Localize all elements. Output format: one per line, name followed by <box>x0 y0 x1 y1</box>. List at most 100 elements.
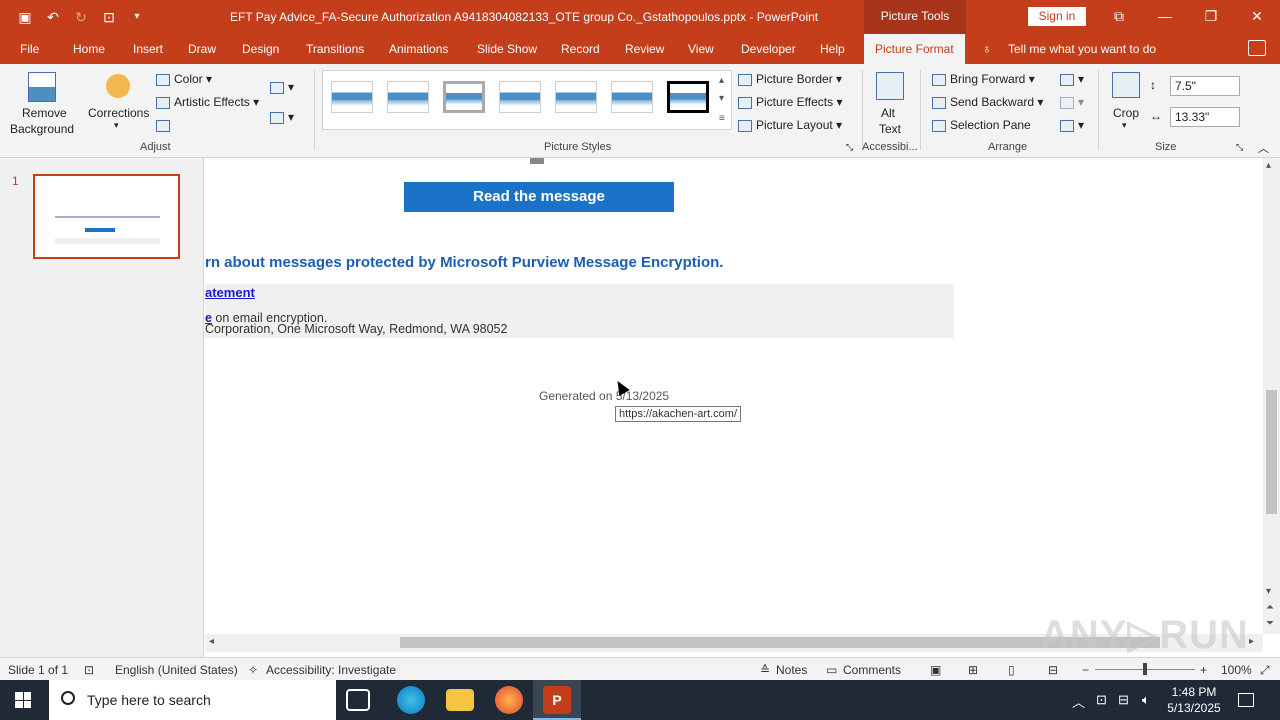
reset-picture-button[interactable]: ▾ <box>270 110 294 124</box>
picture-style-2[interactable] <box>387 81 429 113</box>
tab-home[interactable]: Home <box>73 42 105 56</box>
taskbar-clock[interactable]: 1:48 PM 5/13/2025 <box>1164 684 1224 716</box>
fit-slide-icon[interactable]: ⤢ <box>1260 663 1270 678</box>
volume-icon[interactable]: 🔈︎ <box>1142 692 1150 708</box>
scroll-down-icon[interactable]: ▾ <box>1266 586 1271 597</box>
redo-icon[interactable]: ↻ <box>70 6 92 28</box>
send-backward-button[interactable]: Send Backward ▾ <box>932 95 1043 109</box>
change-picture-button[interactable]: ▾ <box>270 80 294 94</box>
zoom-level[interactable]: 100% <box>1221 663 1252 677</box>
collapse-ribbon-icon[interactable]: ︿ <box>1258 140 1269 156</box>
vertical-scroll-thumb[interactable] <box>1266 390 1277 514</box>
tell-me-search[interactable]: Tell me what you want to do <box>1008 42 1156 56</box>
network-icon[interactable]: ⊟ <box>1118 692 1129 708</box>
scroll-up-icon[interactable]: ▴ <box>1266 160 1271 171</box>
crop-button[interactable]: Crop <box>1113 106 1139 120</box>
remove-background-label-1[interactable]: Remove <box>22 106 67 120</box>
artistic-effects-button[interactable]: Artistic Effects ▾ <box>156 95 259 109</box>
picture-style-6[interactable] <box>611 81 653 113</box>
start-button[interactable] <box>0 680 48 720</box>
rotate-button[interactable]: ▾ <box>1060 118 1084 132</box>
corrections-button[interactable]: Corrections <box>88 106 149 120</box>
undo-icon[interactable]: ↶ <box>42 6 64 28</box>
tab-picture-format[interactable]: Picture Format <box>864 34 965 64</box>
tab-draw[interactable]: Draw <box>188 42 216 56</box>
alt-text-icon[interactable] <box>876 72 904 100</box>
corrections-icon[interactable] <box>106 74 130 98</box>
powerpoint-taskbar-button[interactable]: P <box>533 680 581 720</box>
save-icon[interactable]: ▣ <box>14 6 36 28</box>
rotation-handle[interactable] <box>530 158 544 164</box>
scroll-left-icon[interactable]: ◂ <box>209 636 214 647</box>
firefox-icon[interactable] <box>495 686 523 714</box>
remove-background-label-2[interactable]: Background <box>10 122 74 136</box>
picture-style-7[interactable] <box>667 81 709 113</box>
customize-qat-icon[interactable]: ▾ <box>126 6 148 28</box>
align-button[interactable]: ▾ <box>1060 72 1084 86</box>
picture-style-5[interactable] <box>555 81 597 113</box>
picture-effects-button[interactable]: Picture Effects ▾ <box>738 95 843 109</box>
notes-button[interactable]: Notes <box>776 663 807 677</box>
corrections-dropdown-icon[interactable]: ▾ <box>114 120 119 131</box>
normal-view-icon[interactable]: ▣ <box>930 663 941 677</box>
tab-view[interactable]: View <box>688 42 714 56</box>
color-button[interactable]: Color ▾ <box>156 72 212 86</box>
comments-icon[interactable] <box>1248 40 1266 56</box>
picture-style-3[interactable] <box>443 81 485 113</box>
learn-more-text[interactable]: rn about messages protected by Microsoft… <box>205 254 723 271</box>
zoom-slider-thumb[interactable] <box>1143 663 1147 675</box>
tab-insert[interactable]: Insert <box>133 42 163 56</box>
tray-overflow-icon[interactable]: ︿ <box>1072 692 1085 711</box>
spelling-icon[interactable]: ⊡ <box>84 663 94 677</box>
notifications-icon[interactable] <box>1238 693 1254 707</box>
format-picture-dialog-icon[interactable]: ⤡ <box>846 142 853 153</box>
ribbon-display-icon[interactable]: ⧉ <box>1104 4 1134 28</box>
comments-button[interactable]: Comments <box>843 663 901 677</box>
edge-icon[interactable] <box>397 686 425 714</box>
zoom-in-icon[interactable]: + <box>1200 663 1207 677</box>
taskbar-search[interactable]: Type here to search <box>49 680 336 720</box>
alt-text-label-2[interactable]: Text <box>879 122 901 136</box>
language-indicator[interactable]: English (United States) <box>115 663 238 677</box>
picture-style-4[interactable] <box>499 81 541 113</box>
picture-style-1[interactable] <box>331 81 373 113</box>
vertical-scrollbar[interactable]: ▴ ▾ ⏶ ⏷ <box>1263 158 1280 634</box>
compress-pictures-button[interactable] <box>156 118 174 132</box>
device-icon[interactable]: ⊡ <box>1096 692 1107 708</box>
tab-help[interactable]: Help <box>820 42 845 56</box>
tab-transitions[interactable]: Transitions <box>306 42 364 56</box>
gallery-up-icon[interactable]: ▴ <box>719 75 724 86</box>
reading-view-icon[interactable]: ▯ <box>1008 663 1015 677</box>
minimize-button[interactable]: — <box>1150 4 1180 28</box>
tab-developer[interactable]: Developer <box>741 42 796 56</box>
slide-sorter-icon[interactable]: ⊞ <box>968 663 978 677</box>
privacy-statement-link[interactable]: atement <box>205 285 255 300</box>
tab-animations[interactable]: Animations <box>389 42 448 56</box>
size-dialog-icon[interactable]: ⤡ <box>1236 142 1243 153</box>
picture-border-button[interactable]: Picture Border ▾ <box>738 72 842 86</box>
height-input[interactable]: 7.5" <box>1170 76 1240 96</box>
slide-canvas[interactable]: Read the message rn about messages prote… <box>205 158 1263 634</box>
presenter-icon[interactable]: ⊡ <box>98 6 120 28</box>
previous-slide-icon[interactable]: ⏶ <box>1266 602 1274 613</box>
restore-button[interactable]: ❐ <box>1196 4 1226 28</box>
accessibility-status[interactable]: Accessibility: Investigate <box>266 663 396 677</box>
zoom-out-icon[interactable]: − <box>1082 663 1089 677</box>
bring-forward-button[interactable]: Bring Forward ▾ <box>932 72 1035 86</box>
gallery-more-icon[interactable]: ≡ <box>719 113 725 124</box>
close-button[interactable]: ✕ <box>1242 4 1272 28</box>
read-message-button[interactable]: Read the message <box>404 182 674 212</box>
crop-dropdown-icon[interactable]: ▾ <box>1122 120 1127 131</box>
picture-layout-button[interactable]: Picture Layout ▾ <box>738 118 842 132</box>
tab-record[interactable]: Record <box>561 42 600 56</box>
tab-review[interactable]: Review <box>625 42 664 56</box>
width-input[interactable]: 13.33" <box>1170 107 1240 127</box>
crop-icon[interactable] <box>1112 72 1140 98</box>
sign-in-button[interactable]: Sign in <box>1028 7 1086 26</box>
task-view-icon[interactable] <box>346 689 370 711</box>
remove-background-icon[interactable] <box>28 72 56 102</box>
tab-design[interactable]: Design <box>242 42 279 56</box>
gallery-down-icon[interactable]: ▾ <box>719 93 724 104</box>
next-slide-icon[interactable]: ⏷ <box>1266 618 1274 629</box>
file-explorer-icon[interactable] <box>446 689 474 711</box>
